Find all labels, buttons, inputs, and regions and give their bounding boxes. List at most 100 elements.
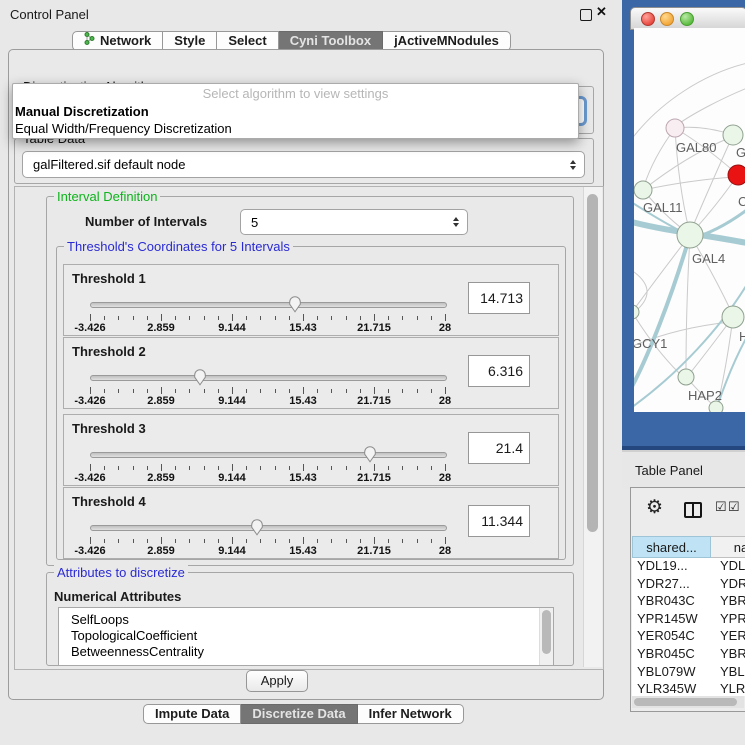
slider-tick — [147, 466, 148, 470]
table-row[interactable]: YER054CYER0 — [632, 628, 745, 646]
tab-jactivemnodules[interactable]: jActiveMNodules — [383, 31, 511, 51]
slider-thumb-icon[interactable] — [193, 369, 208, 391]
apply-button[interactable]: Apply — [246, 670, 308, 692]
table-row[interactable]: YDL19...YDL1 — [632, 558, 745, 576]
close-icon[interactable]: ✕ — [596, 4, 607, 20]
tab-cyni-toolbox[interactable]: Cyni Toolbox — [279, 31, 383, 51]
threshold-value-field[interactable]: 14.713 — [468, 282, 530, 314]
slider-tick — [104, 539, 105, 543]
list-item-topologicalcoefficient[interactable]: TopologicalCoefficient — [59, 628, 553, 644]
network-edge[interactable] — [686, 235, 690, 369]
number-of-intervals-combobox[interactable]: 5 — [240, 209, 468, 235]
network-view-canvas[interactable]: GAL80GACGAL11GAL4GCY1HHAP2 — [634, 28, 745, 412]
threshold-value-field[interactable]: 11.344 — [468, 505, 530, 537]
tab-infer-network[interactable]: Infer Network — [358, 704, 464, 724]
dropdown-option-equal-width-frequency-discretization[interactable]: Equal Width/Frequency Discretization — [13, 120, 578, 137]
network-edge[interactable] — [643, 177, 734, 190]
slider-tick — [118, 316, 119, 320]
cyni-mode-tabs: Impute Data Discretize Data Infer Network — [143, 704, 464, 724]
node-label-ga: GA — [736, 145, 745, 160]
threshold-value-field[interactable]: 6.316 — [468, 355, 530, 387]
vertical-scrollbar[interactable] — [583, 187, 602, 667]
scrollbar-thumb[interactable] — [634, 698, 737, 706]
threshold-label: Threshold 3 — [72, 421, 146, 436]
table-data-selected-value: galFiltered.sif default node — [23, 152, 584, 177]
slider-tick-label: 15.43 — [289, 472, 317, 484]
threshold-slider[interactable]: -3.4262.8599.14415.4321.71528 — [90, 516, 447, 556]
slider-tick — [417, 316, 418, 320]
threshold-value-field[interactable]: 21.4 — [468, 432, 530, 464]
threshold-slider[interactable]: -3.4262.8599.14415.4321.71528 — [90, 293, 447, 333]
cell-shared-name: YPR145W — [632, 611, 711, 629]
minimize-traffic-light-icon[interactable] — [660, 12, 674, 26]
threshold-slider[interactable]: -3.4262.8599.14415.4321.71528 — [90, 366, 447, 406]
table-row[interactable]: YBL079WYBL0 — [632, 664, 745, 682]
control-panel-tabs: NetworkStyleSelect Cyni Toolbox jActiveMNo… — [72, 31, 511, 51]
list-scrollbar[interactable] — [539, 608, 553, 665]
network-node[interactable] — [677, 222, 703, 248]
table-row[interactable]: YLR345WYLR3 — [632, 681, 745, 696]
column-header-name[interactable]: name — [711, 536, 745, 558]
slider-tick — [189, 389, 190, 393]
slider-thumb-icon[interactable] — [287, 296, 302, 318]
table-row[interactable]: YDR27...YDR2 — [632, 576, 745, 594]
slider-tick — [118, 389, 119, 393]
slider-tick-label: 15.43 — [289, 322, 317, 334]
table-data-combobox[interactable]: galFiltered.sif default node — [22, 151, 585, 178]
network-node[interactable] — [722, 306, 744, 328]
horizontal-scrollbar[interactable] — [632, 696, 744, 708]
table-row[interactable]: YPR145WYPR1 — [632, 611, 745, 629]
list-item-selfloops[interactable]: SelfLoops — [59, 612, 553, 628]
cell-name: YPR1 — [711, 611, 745, 629]
slider-tick — [360, 316, 361, 320]
network-node[interactable] — [634, 305, 639, 319]
slider-tick-label: 28 — [439, 322, 451, 334]
column-header-shared[interactable]: shared... — [632, 536, 711, 558]
network-node[interactable] — [678, 369, 694, 385]
tab-select[interactable]: Select — [217, 31, 278, 51]
slider-thumb-icon[interactable] — [363, 446, 378, 468]
gear-icon[interactable]: ⚙ — [646, 496, 663, 519]
network-node[interactable] — [723, 125, 743, 145]
threshold-slider[interactable]: -3.4262.8599.14415.4321.71528 — [90, 443, 447, 483]
node-label-h: H — [739, 329, 745, 344]
slider-tick — [189, 316, 190, 320]
number-of-intervals-label: Number of Intervals — [85, 214, 207, 229]
network-edge[interactable] — [635, 235, 690, 308]
network-node[interactable] — [728, 165, 745, 185]
list-item-betweennesscentrality[interactable]: BetweennessCentrality — [59, 644, 553, 660]
slider-tick — [360, 539, 361, 543]
dropdown-option-manual-discretization[interactable]: Manual Discretization — [13, 103, 578, 120]
tab-discretize-data[interactable]: Discretize Data — [241, 704, 357, 724]
slider-tick — [275, 389, 276, 393]
threshold-panel-2: Threshold 2-3.4262.8599.14415.4321.71528… — [63, 337, 559, 409]
scrollbar-thumb[interactable] — [542, 610, 551, 654]
table-row[interactable]: YBR045CYBR0 — [632, 646, 745, 664]
zoom-traffic-light-icon[interactable] — [680, 12, 694, 26]
slider-thumb-icon[interactable] — [249, 519, 264, 541]
columns-icon[interactable] — [684, 502, 702, 518]
slider-tick — [331, 389, 332, 393]
tab-network[interactable]: Network — [72, 31, 163, 51]
table-row[interactable]: YBR043CYBR0 — [632, 593, 745, 611]
numerical-attributes-list[interactable]: SelfLoopsTopologicalCoefficientBetweenne… — [58, 607, 554, 666]
numerical-attributes-label: Numerical Attributes — [54, 589, 181, 604]
slider-tick — [147, 389, 148, 393]
tab-label: Discretize Data — [252, 705, 345, 723]
network-graph[interactable]: GAL80GACGAL11GAL4GCY1HHAP2 — [634, 28, 745, 412]
checked-checkbox-icon[interactable]: ☑ — [715, 499, 727, 515]
network-edge[interactable] — [677, 86, 745, 125]
network-node[interactable] — [666, 119, 684, 137]
tab-label: Cyni Toolbox — [290, 32, 371, 50]
float-window-icon[interactable] — [580, 9, 592, 21]
close-traffic-light-icon[interactable] — [641, 12, 655, 26]
tab-style[interactable]: Style — [163, 31, 217, 51]
slider-tick — [104, 316, 105, 320]
scrollbar-thumb[interactable] — [587, 194, 598, 532]
slider-tick — [275, 316, 276, 320]
slider-tick-label: 21.715 — [357, 545, 391, 557]
tab-impute-data[interactable]: Impute Data — [143, 704, 241, 724]
cell-name: YDR2 — [711, 576, 745, 594]
checked-checkbox-icon[interactable]: ☑ — [728, 499, 740, 515]
network-node[interactable] — [634, 181, 652, 199]
